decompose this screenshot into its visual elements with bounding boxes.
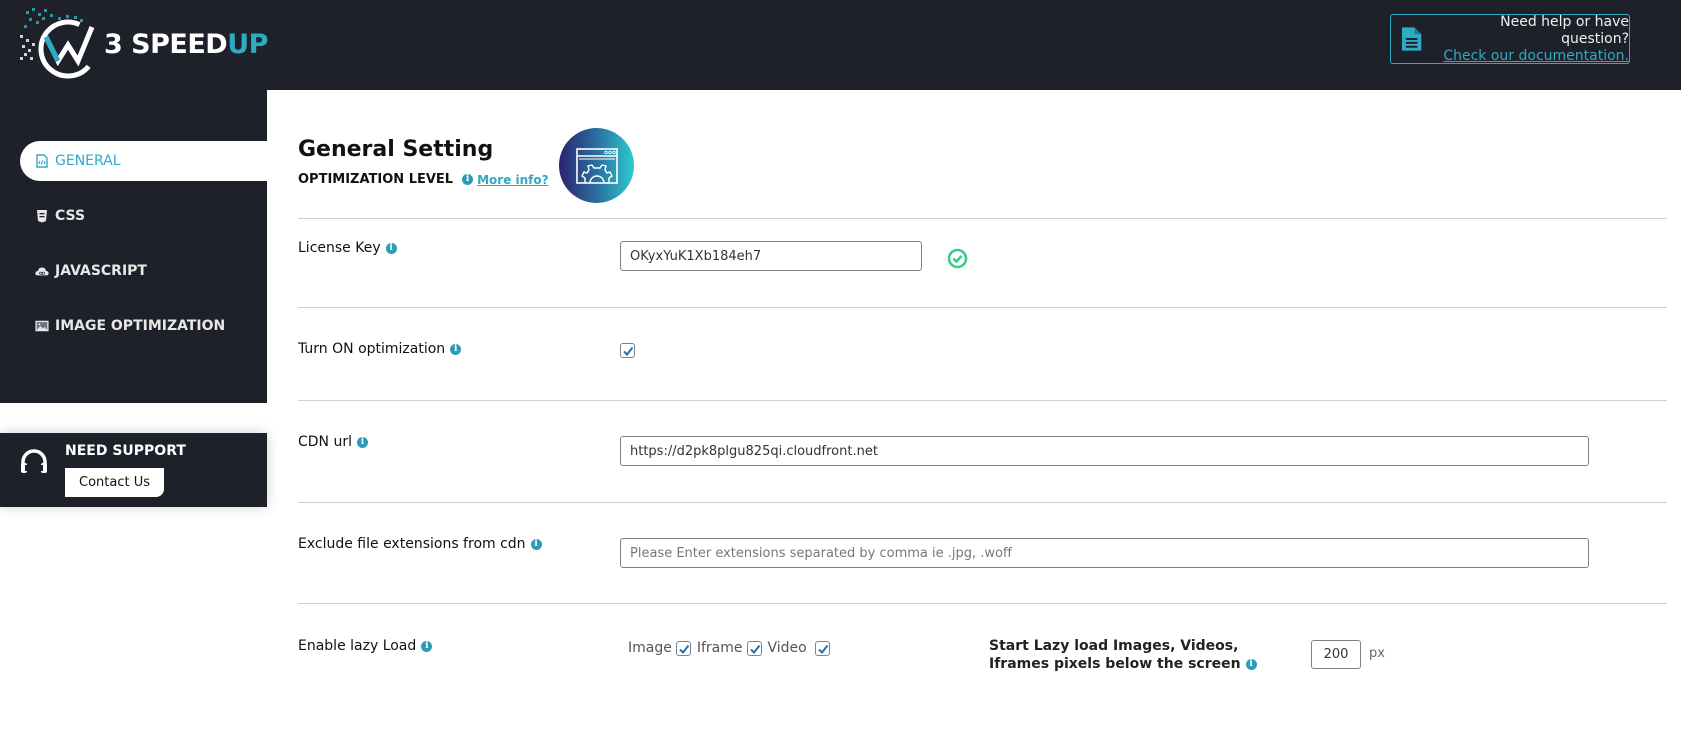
image-icon	[35, 320, 49, 332]
info-icon[interactable]: i	[450, 343, 462, 355]
sidebar-item-label: IMAGE OPTIMIZATION	[55, 318, 226, 334]
turn-on-optimization-label: Turn ON optimization i	[298, 341, 462, 357]
sidebar-item-image-optimization[interactable]: IMAGE OPTIMIZATION	[20, 306, 267, 346]
more-info-link[interactable]: More info?	[477, 173, 549, 187]
logo-text: 3 SPEEDUP	[104, 28, 268, 60]
lazy-video-checkbox[interactable]	[814, 640, 830, 656]
info-icon[interactable]: i	[462, 174, 474, 185]
checkmark-icon	[679, 644, 690, 654]
lazy-start-label: Start Lazy load Images, Videos, Iframes …	[989, 637, 1269, 673]
info-icon[interactable]: i	[530, 538, 542, 550]
divider	[298, 502, 1667, 503]
info-icon[interactable]: i	[1245, 658, 1257, 670]
contact-us-button[interactable]: Contact Us	[65, 468, 164, 497]
divider	[298, 603, 1667, 604]
sidebar: GENERAL CSS JAVASCRIPT IMAGE OPTIMIZATIO…	[0, 90, 267, 403]
sidebar-item-general[interactable]: GENERAL	[20, 141, 267, 181]
exclude-extensions-label: Exclude file extensions from cdn i	[298, 536, 542, 552]
enable-lazy-load-label: Enable lazy Load i	[298, 638, 433, 654]
info-icon[interactable]: i	[421, 640, 433, 652]
settings-badge	[559, 128, 634, 203]
support-panel: NEED SUPPORT Contact Us	[0, 433, 267, 507]
lazy-image-checkbox[interactable]	[675, 640, 691, 656]
sidebar-item-label: CSS	[55, 208, 86, 224]
help-box: Need help or have question? Check our do…	[1390, 14, 1630, 64]
css3-icon	[37, 210, 47, 223]
check-circle-icon	[947, 248, 968, 269]
sidebar-item-javascript[interactable]: JAVASCRIPT	[20, 251, 267, 291]
info-icon[interactable]: i	[385, 242, 397, 254]
license-key-label: License Key i	[298, 240, 397, 256]
license-key-input[interactable]	[620, 241, 922, 271]
help-question: Need help or have question?	[1500, 13, 1629, 47]
browser-gear-icon	[575, 147, 618, 184]
optimization-level-label: OPTIMIZATION LEVEL	[298, 172, 454, 187]
lazy-iframe-checkbox[interactable]	[746, 640, 762, 656]
optimization-level-heading: OPTIMIZATION LEVEL i More info?	[298, 172, 549, 187]
divider	[298, 218, 1667, 219]
exclude-extensions-input[interactable]	[620, 538, 1589, 568]
checkmark-icon	[623, 346, 634, 357]
lazy-offset-input[interactable]	[1311, 640, 1361, 669]
logo-mark-icon	[20, 8, 98, 79]
document-icon	[1401, 27, 1422, 51]
support-title: NEED SUPPORT	[65, 443, 186, 459]
checkmark-icon	[818, 644, 829, 654]
headphones-icon	[21, 449, 47, 473]
cdn-url-label: CDN url i	[298, 434, 368, 450]
lazy-iframe-label: Iframe	[696, 640, 743, 656]
w3speedup-logo[interactable]: 3 SPEEDUP	[18, 4, 278, 84]
top-header: 3 SPEEDUP Need help or have question? Ch…	[0, 0, 1681, 90]
checkmark-icon	[749, 644, 760, 654]
lazy-load-options: Image Iframe Video	[626, 640, 830, 656]
divider	[298, 400, 1667, 401]
documentation-link[interactable]: Check our documentation.	[1434, 48, 1629, 65]
px-unit-label: px	[1369, 646, 1385, 661]
cloud-icon	[35, 267, 49, 276]
sidebar-item-label: JAVASCRIPT	[55, 263, 147, 279]
cdn-url-input[interactable]	[620, 436, 1589, 466]
page-title: General Setting	[298, 137, 494, 162]
sidebar-item-css[interactable]: CSS	[20, 196, 267, 236]
lazy-image-label: Image	[628, 640, 672, 656]
turn-on-optimization-checkbox[interactable]	[620, 343, 635, 358]
info-icon[interactable]: i	[357, 436, 368, 448]
sidebar-item-label: GENERAL	[55, 153, 121, 169]
code-file-icon	[36, 154, 48, 168]
lazy-video-label: Video	[767, 640, 807, 656]
divider	[298, 307, 1667, 308]
